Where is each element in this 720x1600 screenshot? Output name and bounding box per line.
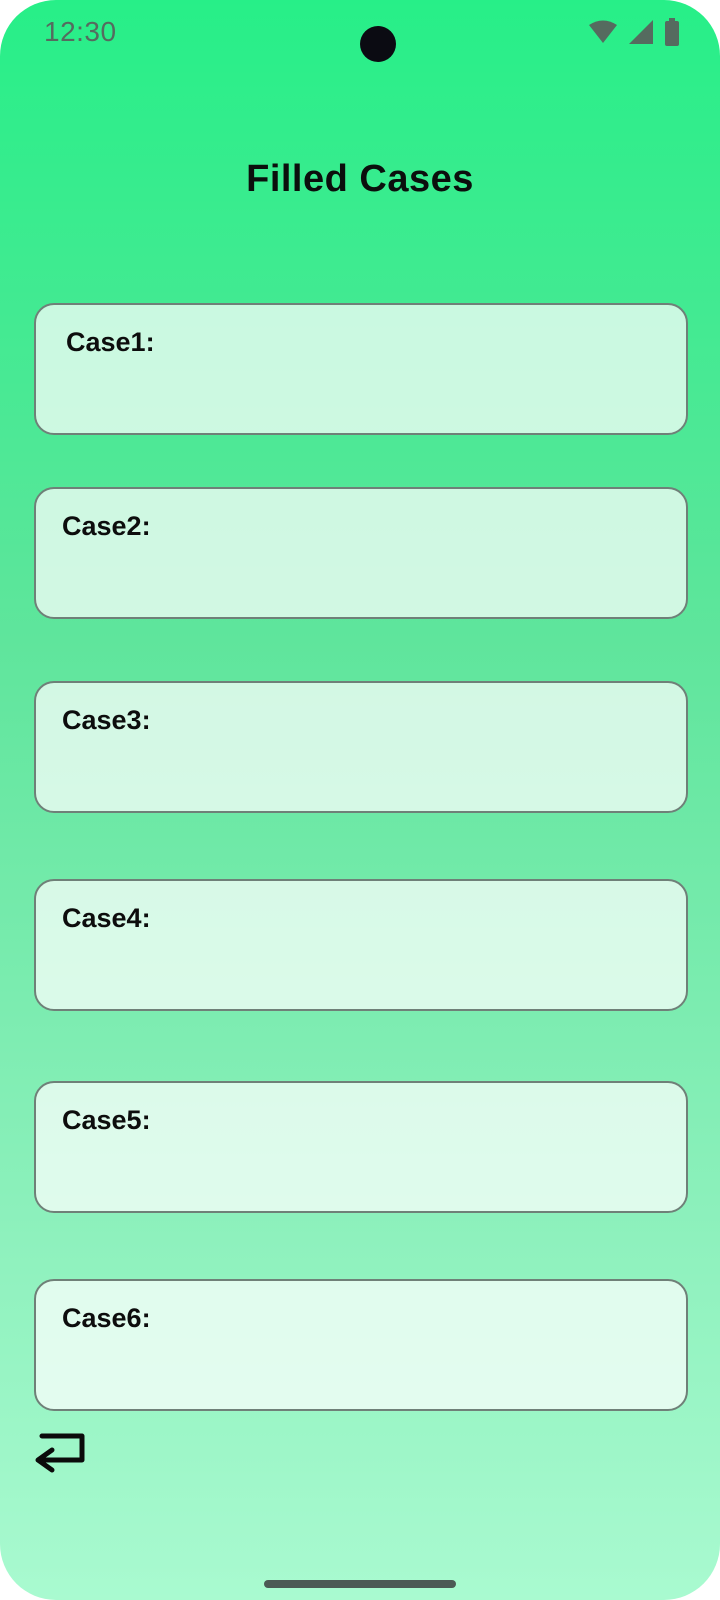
front-camera (360, 26, 396, 62)
page-title: Filled Cases (246, 158, 474, 200)
case-label: Case3: (62, 705, 151, 735)
status-bar: 12:30 (0, 0, 720, 70)
cellular-signal-icon (628, 19, 654, 45)
return-arrow-icon (30, 1433, 92, 1484)
case-card-5[interactable]: Case5: (34, 1081, 688, 1213)
case-label: Case4: (62, 903, 151, 933)
status-icons (588, 18, 680, 46)
status-time: 12:30 (44, 16, 117, 47)
wifi-icon (588, 20, 618, 44)
case-label: Case2: (62, 511, 151, 541)
case-card-1[interactable]: Case1: (34, 303, 688, 435)
case-label: Case6: (62, 1303, 151, 1333)
case-card-2[interactable]: Case2: (34, 487, 688, 619)
case-label: Case5: (62, 1105, 151, 1135)
case-card-3[interactable]: Case3: (34, 681, 688, 813)
screen: 12:30 Filled Cases Case1: Case2: Case3: … (0, 0, 720, 1600)
battery-icon (664, 18, 680, 46)
case-card-4[interactable]: Case4: (34, 879, 688, 1011)
back-button[interactable] (30, 1430, 92, 1480)
case-label: Case1: (66, 327, 155, 357)
case-card-6[interactable]: Case6: (34, 1279, 688, 1411)
home-indicator[interactable] (264, 1580, 456, 1588)
